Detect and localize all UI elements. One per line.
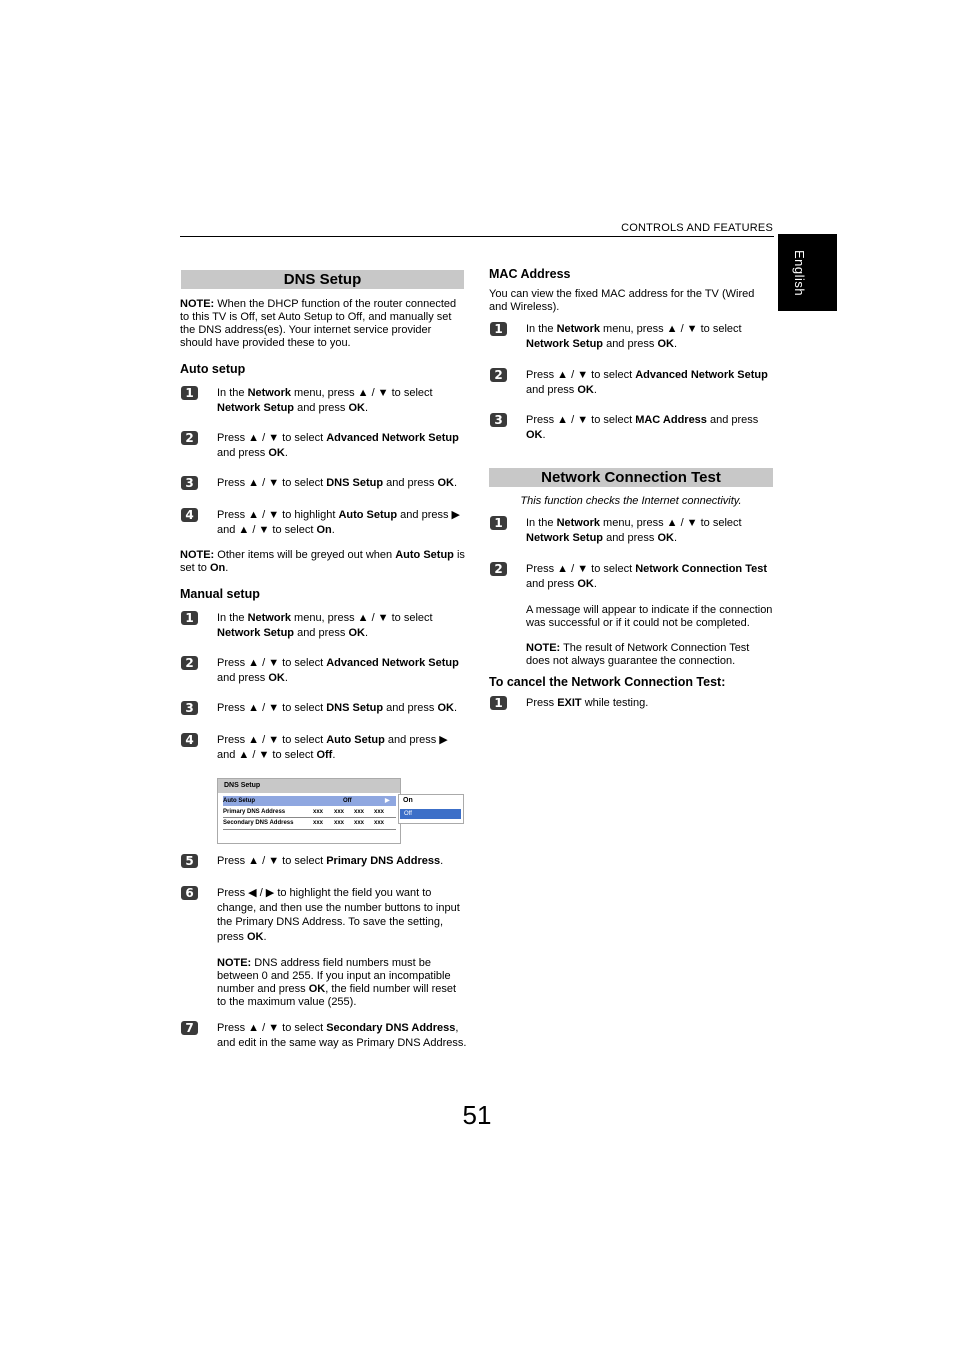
network-test-subtitle: This function checks the Internet connec… — [520, 495, 742, 507]
step-text: In the Network menu, press ▲ / ▼ to sele… — [526, 517, 742, 544]
note-label: NOTE: — [180, 298, 215, 310]
step-number-badge: 1 — [490, 322, 507, 336]
right-arrow-icon: ▶ — [385, 798, 390, 804]
step-number-badge: 6 — [181, 886, 198, 900]
osd-title: DNS Setup — [218, 779, 400, 793]
network-test-title: Network Connection Test — [489, 468, 773, 487]
step-text: Press ▲ / ▼ to select MAC Address and pr… — [526, 414, 759, 441]
language-tab: English — [778, 234, 837, 311]
step-text: Press ▲ / ▼ to highlight Auto Setup and … — [217, 509, 460, 536]
dns-setup-title: DNS Setup — [181, 270, 464, 289]
step-number-badge: 2 — [490, 562, 507, 576]
step-number-badge: 1 — [181, 386, 198, 400]
network-test-note: NOTE: The result of Network Connection T… — [526, 642, 750, 667]
osd-field: xxx — [313, 820, 324, 826]
page-number: 51 — [462, 1100, 492, 1130]
step-number-badge: 4 — [181, 508, 198, 522]
step-text: Press ▲ / ▼ to select Advanced Network S… — [217, 432, 459, 459]
step-text: Press ▲ / ▼ to select DNS Setup and pres… — [217, 477, 458, 489]
dns-setup-osd: DNS Setup Auto Setup Off ▶ Primary DNS A… — [217, 778, 401, 844]
step-text: Press ▲ / ▼ to select Primary DNS Addres… — [217, 855, 444, 867]
osd-divider — [223, 829, 396, 830]
step-text: Press ▲ / ▼ to select Secondary DNS Addr… — [217, 1022, 467, 1049]
mac-address-intro: You can view the fixed MAC address for t… — [489, 288, 755, 313]
osd-field: xxx — [374, 820, 385, 826]
step-number-badge: 1 — [490, 696, 507, 710]
osd-field: xxx — [313, 809, 324, 815]
manual-setup-heading: Manual setup — [180, 587, 260, 601]
step-number-badge: 7 — [181, 1021, 198, 1035]
step-number-badge: 3 — [181, 701, 198, 715]
step-number-badge: 5 — [181, 854, 198, 868]
osd-field: xxx — [334, 820, 345, 826]
step-text: Press ▲ / ▼ to select Network Connection… — [526, 563, 768, 590]
cancel-test-heading: To cancel the Network Connection Test: — [489, 675, 726, 689]
osd-popup-menu: On Off — [398, 794, 464, 824]
auto-setup-heading: Auto setup — [180, 362, 246, 376]
osd-row-label: Primary DNS Address — [223, 809, 286, 815]
step-text: Press EXIT while testing. — [526, 697, 649, 709]
step-number-badge: 2 — [490, 368, 507, 382]
step-number-badge: 2 — [181, 431, 198, 445]
step-text: Press ▲ / ▼ to select Advanced Network S… — [526, 369, 768, 396]
step-number-badge: 3 — [181, 476, 198, 490]
step-number-badge: 3 — [490, 413, 507, 427]
auto-setup-note: NOTE: Other items will be greyed out whe… — [180, 549, 465, 574]
header-divider — [180, 236, 774, 237]
step-text: Press ▲ / ▼ to select DNS Setup and pres… — [217, 702, 458, 714]
step-text: Press ▲ / ▼ to select Auto Setup and pre… — [217, 734, 448, 761]
step-number-badge: 2 — [181, 656, 198, 670]
osd-row-primary-dns: Primary DNS Address xxx xxx xxx xxx — [223, 807, 396, 817]
step-text: Press ▲ / ▼ to select Advanced Network S… — [217, 657, 459, 684]
note-text: When the DHCP function of the router con… — [180, 298, 457, 349]
dns-setup-note: NOTE: When the DHCP function of the rout… — [180, 298, 464, 350]
step-number-badge: 1 — [490, 516, 507, 530]
popup-option-on: On — [403, 797, 413, 804]
osd-field: xxx — [334, 809, 345, 815]
step-number-badge: 1 — [181, 611, 198, 625]
osd-row-auto-setup: Auto Setup Off ▶ — [223, 796, 396, 806]
osd-field: xxx — [354, 820, 365, 826]
step-text: In the Network menu, press ▲ / ▼ to sele… — [217, 612, 433, 639]
osd-field: xxx — [354, 809, 365, 815]
osd-row-label: Secondary DNS Address — [223, 820, 294, 826]
step-text: In the Network menu, press ▲ / ▼ to sele… — [217, 387, 433, 414]
network-test-message: A message will appear to indicate if the… — [526, 604, 773, 629]
osd-row-label: Auto Setup — [223, 798, 255, 804]
step6-note: NOTE: DNS address field numbers must be … — [217, 957, 457, 1008]
popup-option-off-selected: Off — [400, 809, 461, 819]
osd-row-value: Off — [343, 798, 352, 804]
mac-address-heading: MAC Address — [489, 267, 571, 281]
section-header-label: CONTROLS AND FEATURES — [621, 222, 773, 234]
step-text: Press ◀ / ▶ to highlight the field you w… — [217, 887, 460, 943]
osd-field: xxx — [374, 809, 385, 815]
language-tab-label: English — [792, 250, 807, 297]
osd-row-secondary-dns: Secondary DNS Address xxx xxx xxx xxx — [223, 818, 396, 828]
step-text: In the Network menu, press ▲ / ▼ to sele… — [526, 323, 742, 350]
step-number-badge: 4 — [181, 733, 198, 747]
